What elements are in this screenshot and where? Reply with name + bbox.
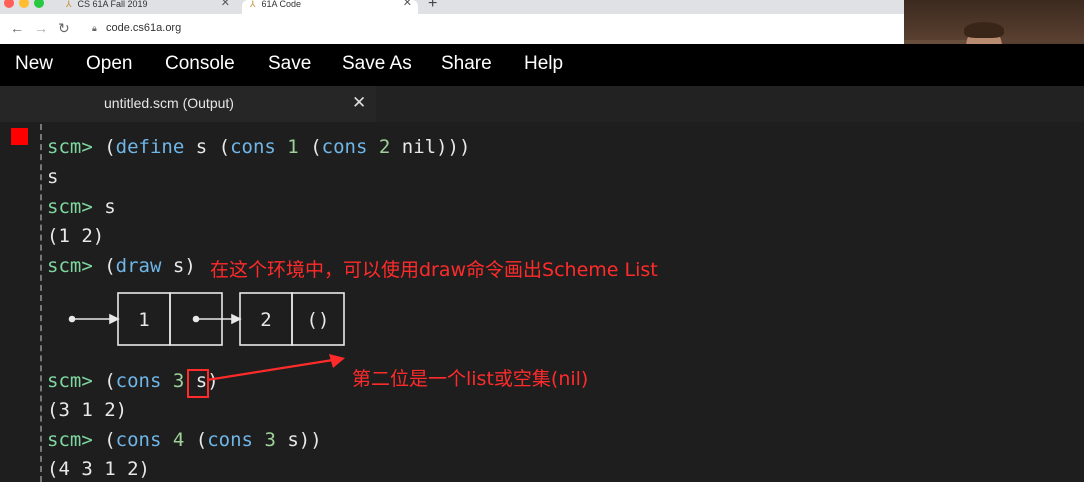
code-token: s ( [184, 136, 231, 158]
console-output-line: (4 3 1 2) [47, 458, 150, 480]
code-number: 3 [172, 370, 185, 392]
prompt: scm> [47, 429, 93, 451]
console-input-line: scm> (define s (cons 1 (cons 2 nil))) [47, 136, 470, 158]
box-pointer-diagram: 1 2 () [68, 292, 345, 346]
code-number: 3 [264, 429, 276, 451]
console-output-line: s [47, 166, 59, 188]
back-icon[interactable]: ← [10, 20, 24, 36]
code-token: ( [184, 429, 208, 451]
code-token: ( [298, 136, 322, 158]
menu-console[interactable]: Console [165, 53, 235, 75]
code-number: 2 [378, 136, 391, 158]
menu-share[interactable]: Share [441, 53, 492, 75]
menu-help[interactable]: Help [524, 53, 563, 75]
code-keyword: cons [207, 429, 253, 451]
console-input-line: scm> (cons 4 (cons 3 s)) [47, 429, 322, 451]
close-tab-icon[interactable]: ✕ [221, 0, 230, 9]
console-output-line: (3 1 2) [47, 399, 128, 421]
code-keyword: cons [115, 429, 162, 451]
annotation-arrow [206, 354, 345, 382]
menu-open[interactable]: Open [86, 53, 132, 75]
cs61a-favicon-icon: ⅄ [250, 0, 256, 9]
close-tab-icon[interactable]: ✕ [403, 0, 412, 9]
stop-run-icon[interactable] [11, 128, 28, 145]
code-token: ( [104, 136, 116, 158]
annotation-draw-note: 在这个环境中，可以使用draw命令画出Scheme List [210, 259, 658, 281]
annotation-second-note: 第二位是一个list或空集(nil) [352, 368, 589, 390]
code-keyword: cons [230, 136, 276, 158]
gutter-divider [40, 124, 42, 482]
console-input-line: scm> s [47, 196, 116, 218]
tab-label: CS 61A Fall 2019 [77, 0, 148, 9]
reload-icon[interactable]: ↻ [58, 20, 70, 37]
code-token: nil))) [390, 136, 471, 158]
window-controls [4, 0, 49, 13]
tab-label: 61A Code [261, 0, 302, 9]
minimize-window-icon[interactable] [19, 0, 29, 8]
menu-new[interactable]: New [15, 53, 53, 75]
arrow-head [109, 313, 120, 325]
webcam-person-hair [964, 22, 1004, 38]
code-number: 1 [287, 136, 299, 158]
menu-save-as[interactable]: Save As [342, 53, 412, 75]
code-keyword: define [115, 136, 185, 158]
file-tab-bar: untitled.scm (Output) ✕ [0, 86, 1084, 122]
code-token: ( [104, 255, 116, 277]
maximize-window-icon[interactable] [34, 0, 44, 8]
close-file-tab-icon[interactable]: ✕ [352, 93, 366, 113]
forward-icon[interactable]: → [34, 20, 48, 36]
code-number: 4 [172, 429, 185, 451]
pair-2-value: 2 [260, 309, 271, 331]
lock-icon: 🔒︎ [92, 23, 97, 33]
prompt: scm> [47, 370, 93, 392]
pair-1-value: 1 [138, 309, 149, 331]
code-keyword: cons [115, 370, 162, 392]
cs61a-favicon-icon: ⅄ [66, 0, 72, 9]
menu-save[interactable]: Save [268, 53, 311, 75]
console-output-line: (1 2) [47, 225, 105, 247]
code-token: ( [104, 370, 116, 392]
prompt: scm> [47, 136, 93, 158]
prompt: scm> [47, 196, 93, 218]
nil-value: () [307, 309, 330, 331]
browser-tab-cs61a[interactable]: ⅄ CS 61A Fall 2019 ✕ [66, 0, 236, 14]
code-token: s [92, 196, 116, 218]
file-tab-label: untitled.scm (Output) [104, 95, 234, 111]
code-keyword: cons [321, 136, 368, 158]
prompt: scm> [47, 255, 93, 277]
new-tab-icon[interactable]: + [428, 0, 437, 13]
code-token: s) [161, 255, 196, 277]
code-token: s)) [275, 429, 322, 451]
url-field[interactable]: code.cs61a.org [106, 22, 181, 34]
close-window-icon[interactable] [4, 0, 14, 8]
code-token: ( [104, 429, 116, 451]
code-keyword: draw [115, 255, 162, 277]
browser-tab-61a-code[interactable]: ⅄ 61A Code ✕ [242, 0, 418, 14]
file-tab-output[interactable]: untitled.scm (Output) ✕ [0, 86, 376, 122]
app-menu-bar: New Open Console Save Save As Share Help [0, 44, 1084, 86]
console-input-line: scm> (draw s) [47, 255, 196, 277]
arrow-head [231, 313, 242, 325]
